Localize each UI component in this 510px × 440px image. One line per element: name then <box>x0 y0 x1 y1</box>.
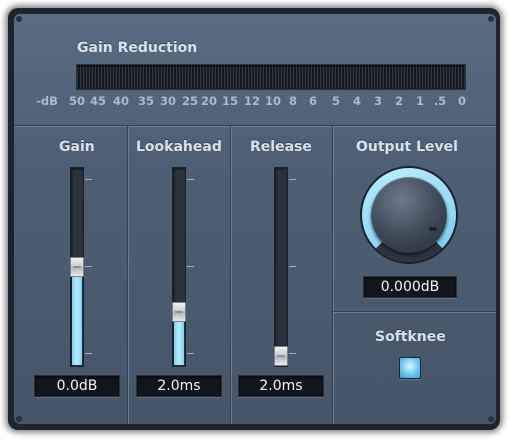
divider-lookahead-release-highlight <box>231 126 232 424</box>
scale-label: 5 <box>331 94 341 108</box>
output-level-value-field[interactable]: 0.000dB <box>363 276 457 298</box>
divider-top-highlight <box>14 126 496 127</box>
output-level-knob-cap <box>371 177 447 253</box>
scale-label: 6 <box>308 94 318 108</box>
scale-label: 3 <box>373 94 383 108</box>
scale-label: 50 <box>68 94 86 108</box>
scale-label: 4 <box>352 94 362 108</box>
divider-gain-lookahead-highlight <box>128 126 129 424</box>
gain-tick-top <box>85 179 92 180</box>
release-tick-bottom <box>289 353 296 354</box>
scale-label: 8 <box>288 94 298 108</box>
corner-screw-top-left <box>16 16 22 22</box>
divider-release-output-highlight <box>333 126 334 424</box>
gain-reduction-label: Gain Reduction <box>77 40 198 56</box>
output-level-knob-indicator <box>429 227 437 231</box>
corner-screw-top-right <box>488 16 494 22</box>
release-tick-mid <box>289 266 296 267</box>
corner-screw-bottom-right <box>488 416 494 422</box>
gain-slider-track[interactable] <box>70 167 84 367</box>
lookahead-tick-top <box>187 179 194 180</box>
output-level-knob[interactable] <box>362 168 456 262</box>
lookahead-slider-handle[interactable] <box>172 301 186 322</box>
scale-label: 30 <box>159 94 177 108</box>
scale-label: 1 <box>415 94 425 108</box>
scale-label: 12 <box>243 94 261 108</box>
lookahead-value-field[interactable]: 2.0ms <box>136 375 222 397</box>
softknee-toggle[interactable] <box>399 357 421 379</box>
lookahead-label: Lookahead <box>136 139 222 155</box>
gain-slider-handle[interactable] <box>70 257 84 277</box>
gain-value-field[interactable]: 0.0dB <box>34 375 120 397</box>
lookahead-slider-track[interactable] <box>172 167 186 367</box>
softknee-label: Softknee <box>375 329 446 345</box>
release-label: Release <box>250 139 312 155</box>
scale-label: -dB <box>36 94 58 108</box>
scale-label: 2 <box>394 94 404 108</box>
scale-label: 25 <box>181 94 199 108</box>
scale-label: 40 <box>112 94 130 108</box>
scale-label: 15 <box>221 94 239 108</box>
release-slider-track[interactable] <box>274 167 288 367</box>
gain-label: Gain <box>59 139 95 155</box>
corner-screw-bottom-left <box>16 416 22 422</box>
scale-label: 45 <box>89 94 107 108</box>
lookahead-tick-bottom <box>187 353 194 354</box>
release-tick-top <box>289 179 296 180</box>
gain-slider-fill <box>72 266 82 365</box>
scale-label: 20 <box>200 94 218 108</box>
gain-reduction-scale: -dB 50 45 40 35 30 25 20 15 12 10 8 6 5 4 3 2 1 .5 0 <box>0 94 510 110</box>
scale-label: 10 <box>264 94 282 108</box>
lookahead-tick-mid <box>187 266 194 267</box>
output-level-label: Output Level <box>356 139 458 155</box>
gain-tick-bottom <box>85 353 92 354</box>
divider-output-softknee-highlight <box>333 312 496 313</box>
release-slider-handle[interactable] <box>274 346 288 366</box>
scale-label: 0 <box>457 94 467 108</box>
release-value-field[interactable]: 2.0ms <box>238 375 324 397</box>
gain-tick-mid <box>85 266 92 267</box>
gain-reduction-meter <box>76 64 466 90</box>
scale-label: .5 <box>433 94 447 108</box>
scale-label: 35 <box>137 94 155 108</box>
